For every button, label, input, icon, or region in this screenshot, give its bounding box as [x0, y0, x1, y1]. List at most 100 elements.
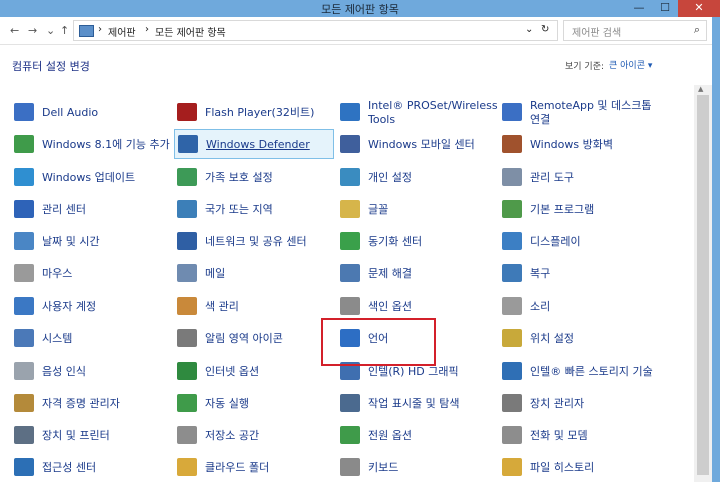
- scrollbar-thumb[interactable]: [697, 95, 709, 475]
- language-highlight-box: [321, 318, 436, 366]
- item-date-time[interactable]: 날짜 및 시간: [14, 227, 174, 257]
- search-icon[interactable]: ⌕: [694, 23, 700, 37]
- address-dropdown-icon[interactable]: ⌄: [525, 24, 533, 35]
- item-icon: [502, 200, 522, 218]
- item-file-history[interactable]: 파일 히스토리: [502, 453, 662, 483]
- item-network-sharing[interactable]: 네트워크 및 공유 센터: [177, 227, 337, 257]
- item-icon: [502, 135, 522, 153]
- item-notification-icons[interactable]: 알림 영역 아이콘: [177, 324, 337, 354]
- item-icon: [14, 103, 34, 121]
- item-icon: [177, 394, 197, 412]
- forward-button[interactable]: →: [28, 24, 37, 37]
- item-icon: [177, 329, 197, 347]
- search-placeholder: 제어판 검색: [572, 28, 622, 39]
- scroll-up-icon[interactable]: ▲: [698, 85, 703, 93]
- item-icon: [340, 168, 360, 186]
- item-phone-modem[interactable]: 전화 및 모뎀: [502, 421, 662, 451]
- recent-dropdown-button[interactable]: ⌄: [46, 24, 55, 37]
- title-bar: 모든 제어판 항목 — ☐ ✕: [0, 0, 720, 17]
- item-cloud-folders[interactable]: 클라우드 폴더: [177, 453, 337, 483]
- item-icon: [14, 362, 34, 380]
- item-intel-proset[interactable]: Intel® PROSet/Wireless Tools: [340, 98, 500, 128]
- item-storage-spaces[interactable]: 저장소 공간: [177, 421, 337, 451]
- item-icon: [340, 458, 360, 476]
- item-action-center[interactable]: 관리 센터: [14, 195, 174, 225]
- item-system[interactable]: 시스템: [14, 324, 174, 354]
- item-keyboard[interactable]: 키보드: [340, 453, 500, 483]
- item-icon: [14, 394, 34, 412]
- item-admin-tools[interactable]: 관리 도구: [502, 163, 662, 193]
- back-button[interactable]: ←: [10, 24, 19, 37]
- view-by-dropdown[interactable]: 큰 아이콘 ▾: [609, 58, 652, 71]
- item-icon: [340, 394, 360, 412]
- crumb-control-panel[interactable]: 제어판: [108, 24, 136, 39]
- item-location-settings[interactable]: 위치 설정: [502, 324, 662, 354]
- item-personalization[interactable]: 개인 설정: [340, 163, 500, 193]
- item-icon: [340, 200, 360, 218]
- item-color-management[interactable]: 색 관리: [177, 292, 337, 322]
- view-by-label: 보기 기준:: [565, 62, 605, 72]
- maximize-button[interactable]: ☐: [652, 0, 678, 17]
- item-devices-printers[interactable]: 장치 및 프린터: [14, 421, 174, 451]
- item-mouse[interactable]: 마우스: [14, 259, 174, 289]
- item-icon: [14, 329, 34, 347]
- item-power-options[interactable]: 전원 옵션: [340, 421, 500, 451]
- content-header: 컴퓨터 설정 변경 보기 기준: 큰 아이콘 ▾: [0, 45, 720, 85]
- item-family-safety[interactable]: 가족 보호 설정: [177, 163, 337, 193]
- crumb-all-items[interactable]: 모든 제어판 항목: [155, 24, 226, 39]
- item-icon: [177, 200, 197, 218]
- item-windows-firewall[interactable]: Windows 방화벽: [502, 130, 662, 160]
- item-credential-manager[interactable]: 자격 증명 관리자: [14, 389, 174, 419]
- item-icon: [177, 232, 197, 250]
- window-title: 모든 제어판 항목: [321, 3, 399, 16]
- item-icon: [177, 297, 197, 315]
- item-device-manager[interactable]: 장치 관리자: [502, 389, 662, 419]
- item-taskbar-navigation[interactable]: 작업 표시줄 및 탐색: [340, 389, 500, 419]
- item-windows-update[interactable]: Windows 업데이트: [14, 163, 174, 193]
- item-icon: [14, 264, 34, 282]
- item-troubleshooting[interactable]: 문제 해결: [340, 259, 500, 289]
- close-button[interactable]: ✕: [678, 0, 720, 17]
- item-speech-recognition[interactable]: 음성 인식: [14, 357, 174, 387]
- control-panel-icon: [79, 25, 94, 37]
- item-fonts[interactable]: 글꼴: [340, 195, 500, 225]
- item-dell-audio[interactable]: Dell Audio: [14, 98, 174, 128]
- item-remoteapp[interactable]: RemoteApp 및 데스크톱 연결: [502, 98, 662, 128]
- minimize-button[interactable]: —: [626, 0, 652, 17]
- navigation-toolbar: ← → ⌄ ↑ › 제어판 › 모든 제어판 항목 ⌄ ↻ 제어판 검색 ⌕: [0, 17, 720, 45]
- item-icon: [14, 168, 34, 186]
- item-windows-defender[interactable]: Windows Defender: [174, 129, 334, 159]
- item-icon: [177, 103, 197, 121]
- item-region[interactable]: 국가 또는 지역: [177, 195, 337, 225]
- item-user-accounts[interactable]: 사용자 계정: [14, 292, 174, 322]
- up-button[interactable]: ↑: [60, 24, 69, 37]
- control-panel-items: Dell Audio Windows 8.1에 기능 추가 Windows 업데…: [0, 92, 694, 482]
- item-mobility-center[interactable]: Windows 모바일 센터: [340, 130, 500, 160]
- item-icon: [502, 458, 522, 476]
- item-sync-center[interactable]: 동기화 센터: [340, 227, 500, 257]
- item-recovery[interactable]: 복구: [502, 259, 662, 289]
- item-intel-rapid-storage[interactable]: 인텔® 빠른 스토리지 기술: [502, 357, 662, 387]
- vertical-scrollbar[interactable]: ▲: [694, 85, 712, 482]
- search-input[interactable]: 제어판 검색 ⌕: [563, 20, 707, 41]
- item-icon: [177, 168, 197, 186]
- item-icon: [177, 362, 197, 380]
- item-ease-of-access[interactable]: 접근성 센터: [14, 453, 174, 483]
- item-default-programs[interactable]: 기본 프로그램: [502, 195, 662, 225]
- item-sound[interactable]: 소리: [502, 292, 662, 322]
- item-flash-player[interactable]: Flash Player(32비트): [177, 98, 337, 128]
- window-border: [712, 17, 720, 482]
- refresh-icon[interactable]: ↻: [541, 24, 549, 35]
- item-autoplay[interactable]: 자동 실행: [177, 389, 337, 419]
- shield-icon: [178, 135, 198, 153]
- address-bar[interactable]: › 제어판 › 모든 제어판 항목 ⌄ ↻: [73, 20, 558, 41]
- item-icon: [14, 200, 34, 218]
- item-icon: [14, 232, 34, 250]
- item-mail[interactable]: 메일: [177, 259, 337, 289]
- item-icon: [502, 103, 522, 121]
- item-display[interactable]: 디스플레이: [502, 227, 662, 257]
- item-icon: [177, 264, 197, 282]
- crumb-separator: ›: [145, 24, 149, 35]
- item-windows-add-features[interactable]: Windows 8.1에 기능 추가: [14, 130, 174, 160]
- item-internet-options[interactable]: 인터넷 옵션: [177, 357, 337, 387]
